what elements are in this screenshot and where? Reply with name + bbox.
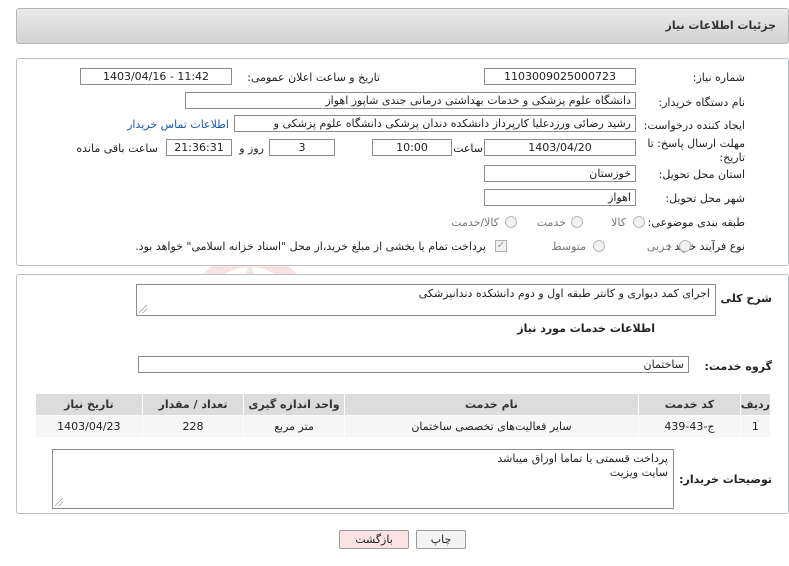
category-radio-goods-service[interactable] [505, 216, 517, 228]
deadline-date-field[interactable]: 1403/04/20 [484, 139, 636, 156]
category-label: طبقه بندی موضوعی: [647, 216, 745, 229]
col-header-service-name: نام خدمت [343, 393, 640, 416]
days-label: روز و [239, 142, 264, 155]
province-label: استان محل تحویل: [658, 168, 745, 181]
table-header-row: ردیف کد خدمت نام خدمت واحد اندازه گیری ت… [35, 393, 772, 416]
col-header-need-date: تاریخ نیاز [35, 393, 143, 416]
process-option-medium: متوسط [551, 240, 586, 253]
cell-service-code: ج-43-439 [638, 415, 741, 438]
days-field[interactable]: 3 [269, 139, 335, 156]
process-radio-minor[interactable] [679, 240, 691, 252]
services-section-title: اطلاعات خدمات مورد نیاز [517, 322, 655, 335]
requester-label: ایجاد کننده درخواست: [643, 119, 745, 132]
category-option-goods-service: کالا/خدمت [451, 216, 499, 229]
page-title: جزئیات اطلاعات نیاز [665, 19, 777, 32]
back-button[interactable]: بازگشت [339, 530, 409, 549]
city-field[interactable]: اهواز [484, 189, 636, 206]
announce-label: تاریخ و ساعت اعلان عمومی: [247, 71, 380, 84]
need-number-label: شماره نیاز: [692, 71, 745, 84]
buyer-org-field[interactable]: دانشگاه علوم پزشکی و خدمات بهداشتی درمان… [185, 92, 636, 109]
buyer-org-label: نام دستگاه خریدار: [658, 96, 745, 109]
city-label: شهر محل تحویل: [665, 192, 745, 205]
deadline-label: مهلت ارسال پاسخ: تا تاریخ: [647, 137, 745, 164]
cell-service-name: سایر فعالیت‌های تخصصی ساختمان [343, 415, 640, 438]
process-radio-medium[interactable] [593, 240, 605, 252]
page-header: جزئیات اطلاعات نیاز [16, 8, 789, 44]
requester-field[interactable]: رشید رضائی ورزدعلیا کارپرداز دانشکده دند… [234, 115, 636, 132]
print-button[interactable]: چاپ [416, 530, 466, 549]
deadline-time-field[interactable]: 10:00 [372, 139, 452, 156]
col-header-quantity: تعداد / مقدار [141, 393, 245, 416]
announce-datetime-field[interactable]: 1403/04/16 - 11:42 [80, 68, 232, 85]
col-header-row-number: ردیف [739, 393, 772, 416]
deadline-time-label: ساعت [453, 142, 483, 155]
province-field[interactable]: خوزستان [484, 165, 636, 182]
category-option-goods: کالا [611, 216, 626, 229]
service-group-field[interactable]: ساختمان [138, 356, 689, 373]
treasury-payment-note: پرداخت تمام یا بخشی از مبلغ خرید،از محل … [135, 240, 486, 253]
buyer-notes-label: توضیحات خریدار: [679, 473, 772, 486]
col-header-unit: واحد اندازه گیری [243, 393, 345, 416]
need-number-field[interactable]: 1103009025000723 [484, 68, 636, 85]
category-radio-goods[interactable] [633, 216, 645, 228]
service-group-label: گروه خدمت: [704, 360, 772, 373]
table-row[interactable]: 1 ج-43-439 سایر فعالیت‌های تخصصی ساختمان… [35, 415, 772, 438]
remaining-time-field[interactable]: 21:36:31 [166, 139, 232, 156]
resize-grip-icon[interactable] [55, 498, 63, 506]
process-option-minor: جزیی [646, 240, 672, 253]
col-header-service-code: کد خدمت [638, 393, 741, 416]
buyer-contact-link[interactable]: اطلاعات تماس خریدار [127, 118, 229, 131]
cell-unit: متر مربع [243, 415, 345, 438]
category-radio-service[interactable] [571, 216, 583, 228]
cell-row-number: 1 [739, 415, 772, 438]
buyer-notes-line-2: سایت ویزیت [609, 466, 668, 479]
services-table: ردیف کد خدمت نام خدمت واحد اندازه گیری ت… [35, 393, 772, 438]
remaining-label: ساعت باقی مانده [76, 142, 158, 155]
category-option-service: خدمت [536, 216, 566, 229]
resize-grip-icon[interactable] [139, 305, 147, 313]
cell-need-date: 1403/04/23 [35, 415, 143, 438]
summary-text: اجرای کمد دیواری و کانتر طبقه اول و دوم … [418, 287, 710, 300]
buyer-notes-line-1: پرداخت قسمتی یا تماما اوراق میباشد [497, 452, 668, 465]
cell-quantity: 228 [141, 415, 245, 438]
buyer-notes-textarea[interactable]: پرداخت قسمتی یا تماما اوراق میباشد سایت … [52, 449, 674, 509]
treasury-payment-checkbox[interactable]: ✓ [495, 240, 507, 252]
summary-textarea[interactable]: اجرای کمد دیواری و کانتر طبقه اول و دوم … [136, 284, 716, 316]
